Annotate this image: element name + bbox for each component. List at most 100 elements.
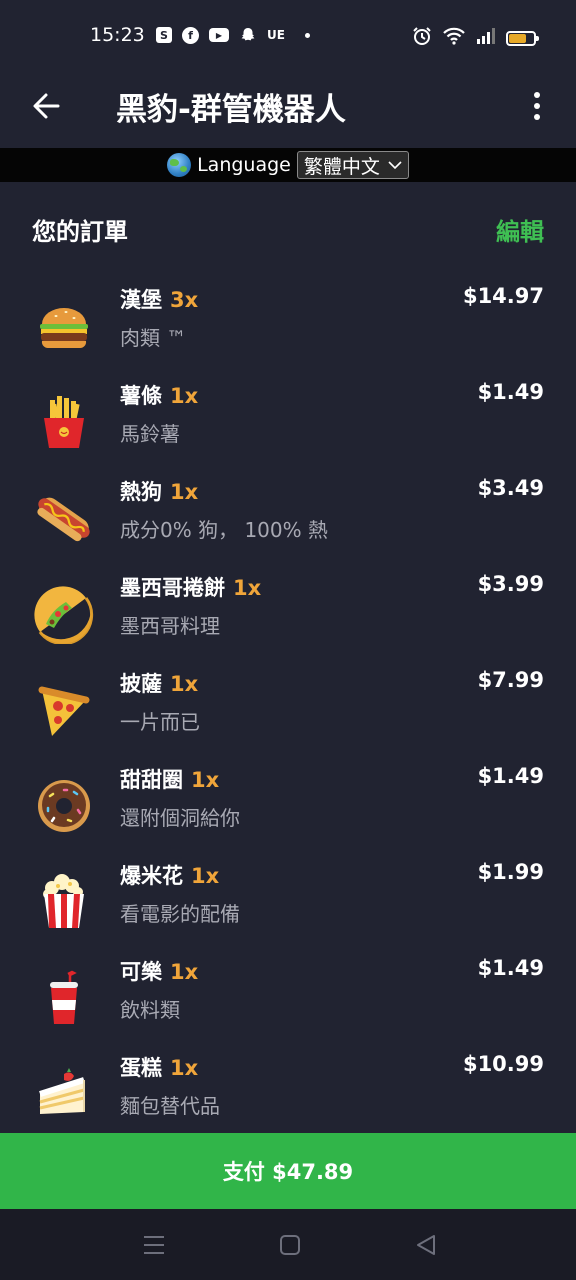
dot-icon [534,103,540,109]
menu-lines-icon [144,1236,164,1254]
item-title: 甜甜圈 [120,768,183,792]
back-button[interactable] [26,86,66,126]
item-quantity: 1x [170,384,199,408]
cola-icon [34,968,94,1028]
item-description: 麵包替代品 [120,1094,220,1118]
item-description: 肉類 ™ [120,326,187,350]
alarm-icon [412,26,432,50]
facebook-icon: f [182,26,199,44]
language-label: Language [197,154,291,176]
snapchat-icon [239,26,257,44]
status-bar: 15:23 S f ▶ UE [0,0,576,72]
item-quantity: 1x [191,864,220,888]
item-quantity: 3x [170,288,199,312]
item-name: 蛋糕 1x [120,1052,198,1082]
order-item[interactable]: 爆米花 1x 看電影的配備 $1.99 [0,860,576,956]
battery-level [509,33,526,43]
donut-icon [34,776,94,836]
language-selected-value: 繁體中文 [303,155,380,178]
more-options-button[interactable] [520,86,554,126]
item-description: 看電影的配備 [120,902,240,926]
item-title: 可樂 [120,960,162,984]
order-header: 您的訂單 編輯 [32,212,544,252]
item-name: 薯條 1x [120,380,198,410]
signal-icon [476,28,496,48]
item-quantity: 1x [170,672,199,696]
burger-icon [34,296,94,356]
wifi-icon [442,26,466,50]
arrow-left-icon [33,93,60,119]
item-price: $1.49 [477,380,544,404]
item-title: 蛋糕 [120,1056,162,1080]
carrier-label: UE [267,28,285,42]
order-item[interactable]: 漢堡 3x 肉類 ™ $14.97 [0,284,576,380]
item-title: 熱狗 [120,480,162,504]
item-price: $1.49 [477,764,544,788]
chevron-down-icon [388,161,402,170]
popcorn-icon [34,872,94,932]
item-title: 爆米花 [120,864,183,888]
cake-icon [34,1064,94,1124]
youtube-icon: ▶ [209,28,229,42]
item-name: 可樂 1x [120,956,198,986]
battery-icon [506,30,539,46]
order-item[interactable]: 甜甜圈 1x 還附個洞給你 $1.49 [0,764,576,860]
notification-dot-icon [304,32,310,38]
status-time: 15:23 [90,24,145,46]
dot-icon [534,114,540,120]
item-price: $10.99 [462,1052,544,1076]
shop-icon: S [156,27,172,43]
item-description: 馬鈴薯 [120,422,180,446]
item-title: 披薩 [120,672,162,696]
item-title: 漢堡 [120,288,162,312]
hotdog-icon [34,488,94,548]
pay-button[interactable]: 支付 $47.89 [0,1133,576,1209]
item-description: 還附個洞給你 [120,806,240,830]
item-quantity: 1x [233,576,262,600]
item-price: $1.49 [477,956,544,980]
item-name: 爆米花 1x [120,860,219,890]
system-icons [412,26,539,50]
page-title: 黑豹-群管機器人 [116,92,346,128]
order-item[interactable]: 可樂 1x 飲料類 $1.49 [0,956,576,1052]
globe-icon [167,153,192,177]
app-bar: 黑豹-群管機器人 [0,72,576,148]
dot-icon [534,92,540,98]
item-quantity: 1x [191,768,220,792]
item-description: 成分0% 狗， 100% 熱 [120,518,328,542]
item-description: 墨西哥料理 [120,614,220,638]
item-price: $3.99 [477,572,544,596]
item-price: $7.99 [477,668,544,692]
order-item[interactable]: 墨西哥捲餅 1x 墨西哥料理 $3.99 [0,572,576,668]
language-bar: Language 繁體中文 [0,148,576,182]
item-title: 薯條 [120,384,162,408]
fries-icon [34,392,94,452]
item-name: 墨西哥捲餅 1x [120,572,261,602]
triangle-back-icon [417,1235,435,1255]
pizza-icon [34,680,94,740]
home-button[interactable] [276,1231,304,1259]
item-description: 一片而已 [120,710,200,734]
system-nav-bar [0,1209,576,1280]
item-name: 漢堡 3x [120,284,198,314]
item-name: 熱狗 1x [120,476,198,506]
item-quantity: 1x [170,960,199,984]
item-title: 墨西哥捲餅 [120,576,225,600]
order-item[interactable]: 披薩 1x 一片而已 $7.99 [0,668,576,764]
item-price: $1.99 [477,860,544,884]
recent-apps-button[interactable] [140,1231,168,1259]
taco-icon [34,584,94,646]
order-title: 您的訂單 [32,218,128,246]
item-quantity: 1x [170,1056,199,1080]
edit-button[interactable]: 編輯 [496,212,544,247]
order-item[interactable]: 薯條 1x 馬鈴薯 $1.49 [0,380,576,476]
language-select[interactable]: 繁體中文 [296,151,409,179]
back-nav-button[interactable] [412,1231,440,1259]
item-price: $14.97 [462,284,544,308]
square-icon [280,1235,300,1255]
item-description: 飲料類 [120,998,180,1022]
order-item[interactable]: 熱狗 1x 成分0% 狗， 100% 熱 $3.49 [0,476,576,572]
item-name: 披薩 1x [120,668,198,698]
item-name: 甜甜圈 1x [120,764,219,794]
notification-icons: S f ▶ UE [156,26,310,44]
